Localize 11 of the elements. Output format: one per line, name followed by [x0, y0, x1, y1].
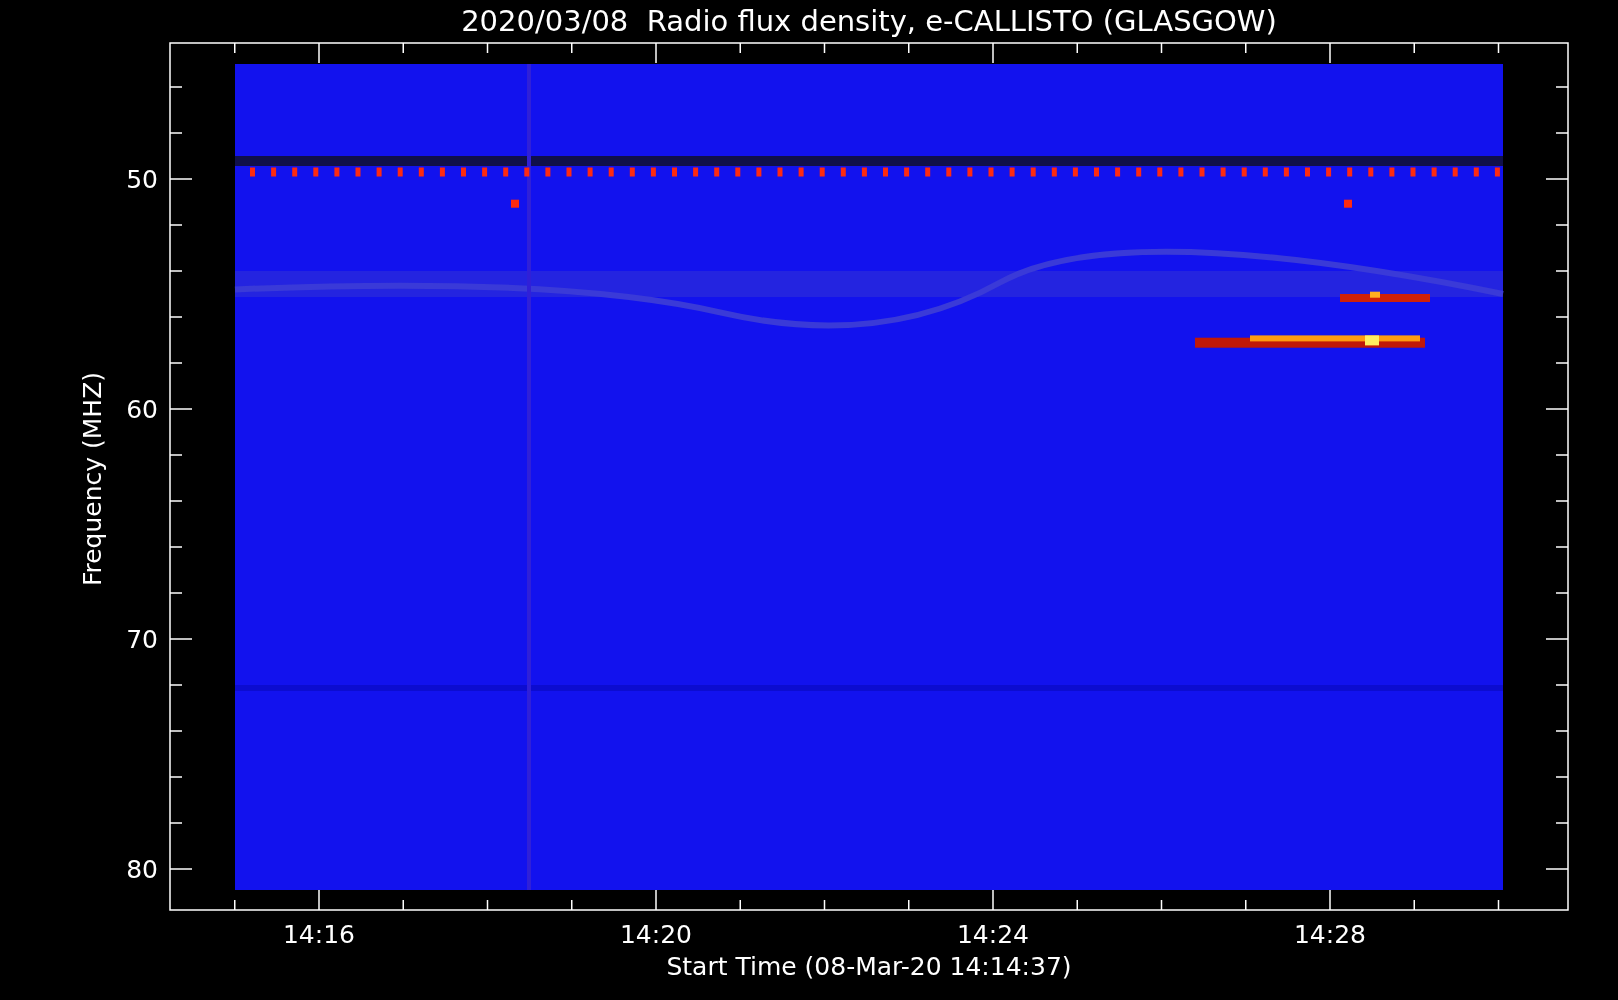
axis-tick-label: 50 — [126, 165, 158, 194]
axis-tick-label: 60 — [126, 395, 158, 424]
y-axis-label: Frequency (MHZ) — [78, 371, 107, 587]
x-axis-label: Start Time (08-Mar-20 14:14:37) — [666, 952, 1072, 981]
axis-tick-label: 70 — [126, 625, 158, 654]
axis-tick-label: 14:20 — [620, 920, 692, 949]
axis-tick-label: 14:16 — [283, 920, 355, 949]
axis-tick-label: 14:24 — [957, 920, 1029, 949]
axis-tick-label: 80 — [126, 855, 158, 884]
axis-tick-label: 14:28 — [1294, 920, 1366, 949]
chart-title: 2020/03/08 Radio flux density, e-CALLISTO (GLASGOW) — [461, 4, 1277, 38]
